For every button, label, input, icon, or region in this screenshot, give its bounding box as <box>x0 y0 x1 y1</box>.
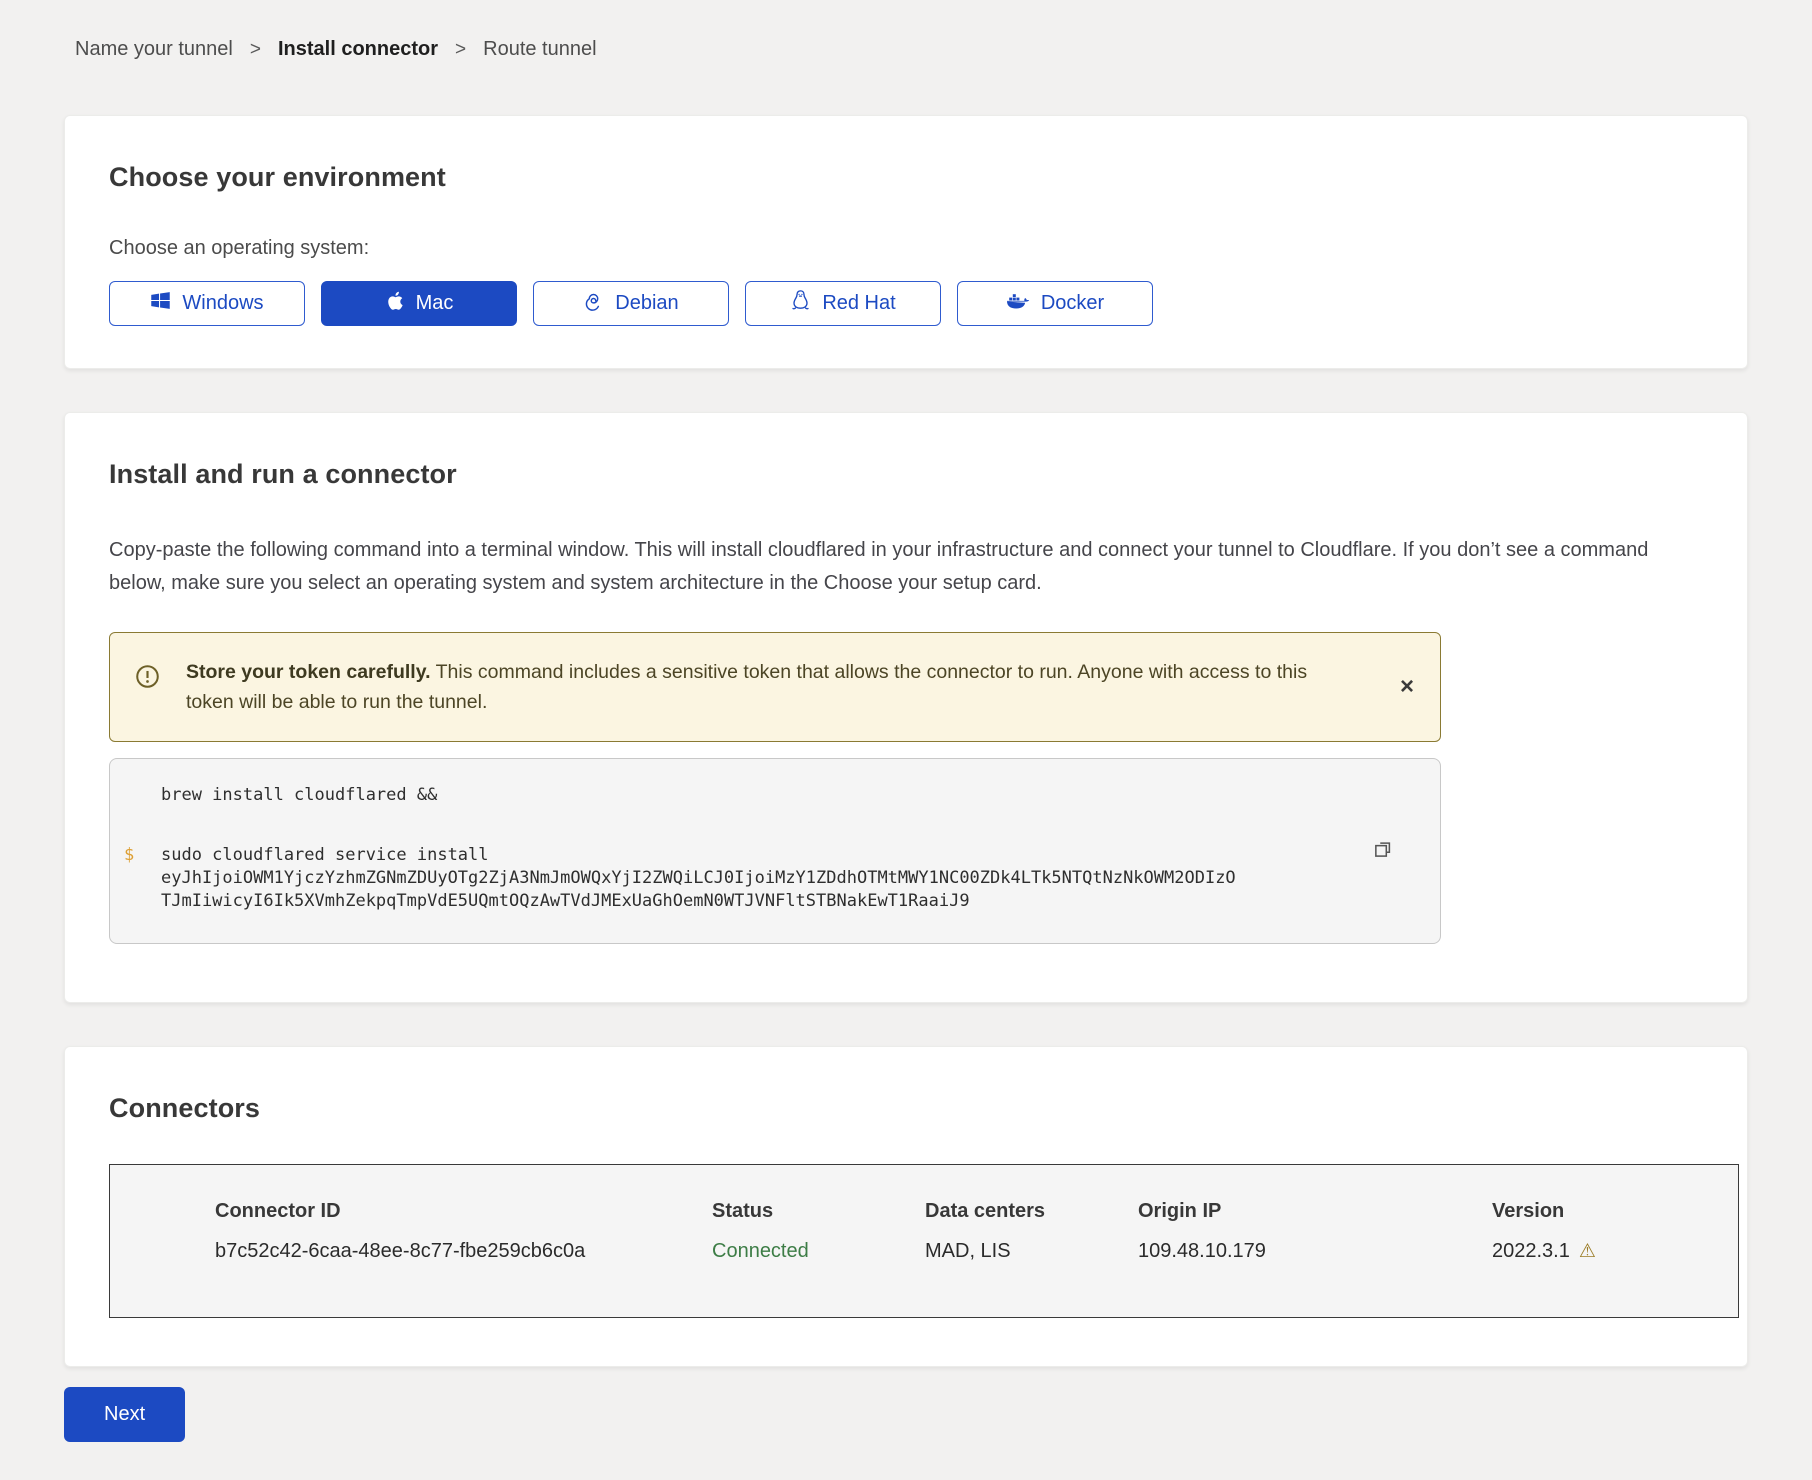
table-row: b7c52c42-6caa-48ee-8c77-fbe259cb6c0a Con… <box>215 1230 1738 1272</box>
docker-whale-icon <box>1006 292 1030 316</box>
redhat-penguin-icon <box>790 289 811 318</box>
environment-card: Choose your environment Choose an operat… <box>64 115 1748 369</box>
os-button-label: Debian <box>615 292 678 315</box>
brew-command: brew install cloudflared && <box>161 784 437 807</box>
copy-icon[interactable] <box>1368 835 1398 868</box>
os-button-windows[interactable]: Windows <box>109 281 305 326</box>
breadcrumb-separator: > <box>250 39 261 61</box>
code-line-brew: brew install cloudflared && <box>124 784 1350 807</box>
token-warning-banner: Store your token carefully. This command… <box>109 632 1441 742</box>
connector-id-value: b7c52c42-6caa-48ee-8c77-fbe259cb6c0a <box>215 1240 712 1263</box>
sudo-command: sudo cloudflared service install eyJhIjo… <box>161 844 1236 913</box>
header-version: Version <box>1492 1200 1738 1223</box>
status-badge: Connected <box>712 1240 925 1263</box>
token-warning-title: Store your token carefully. <box>186 661 431 683</box>
os-button-label: Mac <box>416 292 454 315</box>
debian-icon <box>583 290 604 317</box>
install-description: Copy-paste the following command into a … <box>109 534 1654 600</box>
next-button[interactable]: Next <box>64 1387 185 1442</box>
os-button-label: Windows <box>182 292 263 315</box>
shell-prompt: $ <box>124 844 161 913</box>
header-status: Status <box>712 1200 925 1223</box>
os-button-label: Docker <box>1041 292 1104 315</box>
connectors-card-title: Connectors <box>109 1093 1703 1124</box>
environment-card-title: Choose your environment <box>109 162 1703 193</box>
alert-circle-icon <box>134 663 161 695</box>
connectors-table-header: Connector ID Status Data centers Origin … <box>215 1192 1738 1230</box>
origin-ip-value: 109.48.10.179 <box>1138 1240 1492 1263</box>
os-button-redhat[interactable]: Red Hat <box>745 281 941 326</box>
version-number: 2022.3.1 <box>1492 1240 1570 1263</box>
header-connector-id: Connector ID <box>215 1200 712 1223</box>
prompt-spacer <box>124 784 161 807</box>
os-select-label: Choose an operating system: <box>109 237 1703 260</box>
token-warning-text: Store your token carefully. This command… <box>186 657 1316 717</box>
os-button-mac[interactable]: Mac <box>321 281 517 326</box>
token-line-2: TJmIiwicyI6Ik5XVmhZekpqTmpVdE5UQmtOQzAwT… <box>161 891 970 911</box>
install-connector-card: Install and run a connector Copy-paste t… <box>64 412 1748 1003</box>
close-icon[interactable]: × <box>1394 669 1420 705</box>
sudo-command-text: sudo cloudflared service install <box>161 845 489 865</box>
version-value: 2022.3.1 ⚠ <box>1492 1240 1738 1263</box>
breadcrumb: Name your tunnel > Install connector > R… <box>75 38 1748 61</box>
header-origin-ip: Origin IP <box>1138 1200 1492 1223</box>
os-button-label: Red Hat <box>822 292 895 315</box>
breadcrumb-step-name-tunnel[interactable]: Name your tunnel <box>75 38 233 61</box>
os-button-group: Windows Mac Debian <box>109 281 1703 326</box>
install-command-code-block: brew install cloudflared && $ sudo cloud… <box>109 758 1441 944</box>
code-line-sudo: $ sudo cloudflared service install eyJhI… <box>124 844 1350 913</box>
token-line-1: eyJhIjoiOWM1YjczYzhmZGNmZDUyOTg2ZjA3NmJm… <box>161 868 1236 888</box>
header-data-centers: Data centers <box>925 1200 1138 1223</box>
breadcrumb-separator: > <box>455 39 466 61</box>
data-centers-value: MAD, LIS <box>925 1240 1138 1263</box>
breadcrumb-step-route-tunnel[interactable]: Route tunnel <box>483 38 596 61</box>
windows-icon <box>150 290 171 317</box>
warning-triangle-icon: ⚠ <box>1579 1242 1596 1261</box>
apple-icon <box>385 290 405 318</box>
connectors-card: Connectors Connector ID Status Data cent… <box>64 1046 1748 1367</box>
os-button-debian[interactable]: Debian <box>533 281 729 326</box>
breadcrumb-step-install-connector[interactable]: Install connector <box>278 38 438 61</box>
os-button-docker[interactable]: Docker <box>957 281 1153 326</box>
connectors-table: Connector ID Status Data centers Origin … <box>109 1164 1739 1318</box>
install-card-title: Install and run a connector <box>109 459 1703 490</box>
